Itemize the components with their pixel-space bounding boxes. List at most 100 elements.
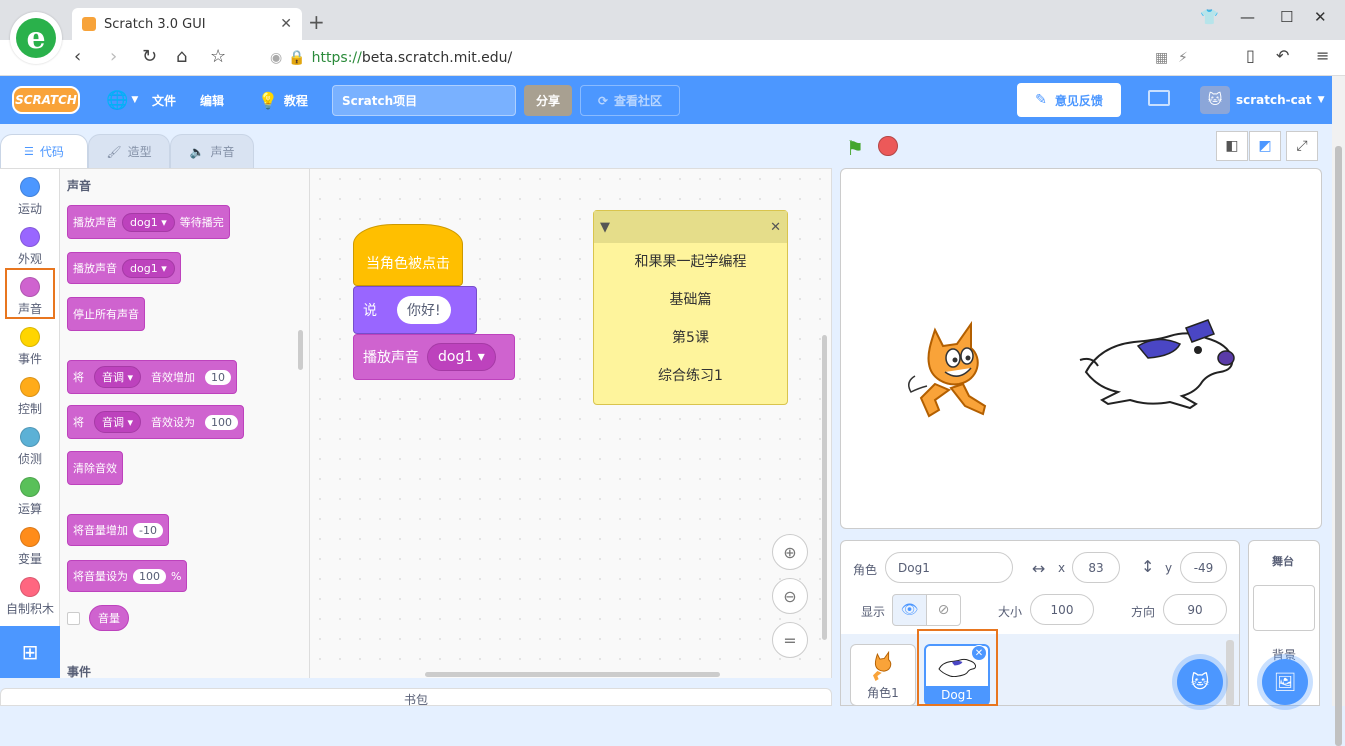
show-visible-button[interactable]: 👁	[892, 594, 927, 626]
block-change-volume[interactable]: 将音量增加 -10	[67, 514, 169, 546]
effect-value-input[interactable]: 10	[205, 369, 232, 385]
block-set-volume[interactable]: 将音量设为 100%	[67, 560, 188, 592]
play-sound-block[interactable]: 播放声音 dog1 ▾	[353, 334, 515, 380]
tab-sounds[interactable]: 🔈 声音	[170, 134, 254, 168]
category-motion[interactable]: 运动	[0, 170, 60, 220]
block-stop-all-sounds[interactable]: 停止所有声音	[67, 297, 145, 331]
green-flag-icon[interactable]: ⚑	[846, 136, 864, 160]
category-sensing[interactable]: 侦测	[0, 420, 60, 470]
reload-icon[interactable]: ↻	[142, 46, 157, 67]
qr-icon[interactable]: ▦	[1155, 50, 1168, 66]
collapse-caret-icon[interactable]: ▼	[600, 220, 610, 235]
feedback-button[interactable]: ✎ 意见反馈	[1017, 83, 1121, 117]
zoom-in-button[interactable]: ⊕	[772, 534, 808, 570]
sprite-tile-cat[interactable]: 角色1	[850, 644, 916, 706]
tutorials-menu[interactable]: 💡 教程	[258, 76, 308, 124]
edit-menu[interactable]: 编辑	[200, 76, 224, 124]
category-variables[interactable]: 变量	[0, 520, 60, 570]
back-icon[interactable]: ‹	[74, 46, 81, 67]
fullscreen-button[interactable]: ⤢	[1286, 131, 1318, 161]
menu-icon[interactable]: ≡	[1316, 46, 1329, 65]
home-icon[interactable]: ⌂	[176, 46, 187, 67]
block-volume-reporter[interactable]: 音量	[89, 605, 129, 631]
window-scrollbar[interactable]	[1332, 76, 1345, 746]
user-menu[interactable]: 🐱 scratch-cat ▼	[1200, 86, 1325, 114]
block-clear-effects[interactable]: 清除音效	[67, 451, 123, 485]
see-community-button[interactable]: ⟳ 查看社区	[580, 85, 680, 116]
cat-sprite[interactable]	[905, 318, 1001, 418]
sound-dropdown[interactable]: dog1 ▾	[427, 343, 496, 371]
category-events[interactable]: 事件	[0, 320, 60, 370]
project-title-input[interactable]: Scratch项目	[332, 85, 516, 116]
volume-value-input[interactable]: 100	[133, 568, 166, 584]
direction-input[interactable]: 90	[1163, 594, 1227, 625]
category-my-blocks[interactable]: 自制积木	[0, 570, 60, 620]
eye-off-icon: ⊘	[937, 602, 950, 618]
my-stuff-folder-icon[interactable]	[1148, 90, 1170, 106]
sound-dropdown[interactable]: dog1 ▾	[122, 258, 175, 278]
choose-backdrop-button[interactable]: 🖼	[1262, 659, 1308, 705]
palette-heading-sound: 声音	[67, 179, 92, 193]
comment-note[interactable]: ▼ ✕ 和果果一起学编程 基础篇 第5课 综合练习1	[593, 210, 788, 405]
dog-sprite[interactable]	[1078, 316, 1238, 412]
forward-icon[interactable]: ›	[110, 46, 117, 67]
choose-sprite-button[interactable]: 🐱	[1177, 659, 1223, 705]
stage-thumbnail[interactable]	[1253, 585, 1315, 631]
tab-costumes[interactable]: 🖌 造型	[88, 134, 170, 168]
tab-code[interactable]: ☰ 代码	[0, 134, 88, 168]
workspace-horizontal-scrollbar[interactable]	[425, 672, 720, 677]
minimize-icon[interactable]: —	[1240, 8, 1255, 26]
show-hidden-button[interactable]: ⊘	[926, 594, 961, 626]
new-tab-icon[interactable]: +	[308, 10, 325, 34]
close-icon[interactable]: ✕	[770, 220, 781, 235]
block-start-sound[interactable]: 播放声音 dog1 ▾	[67, 252, 181, 284]
comment-line: 第5课	[672, 330, 709, 346]
close-window-icon[interactable]: ✕	[1314, 8, 1327, 26]
comment-header[interactable]: ▼ ✕	[594, 211, 787, 243]
add-extension-button[interactable]: ⊞	[0, 626, 60, 678]
undo-icon[interactable]: ↶	[1276, 46, 1289, 65]
backpack[interactable]: 书包	[0, 688, 832, 707]
size-input[interactable]: 100	[1030, 594, 1094, 625]
browser-tab[interactable]: Scratch 3.0 GUI ✕	[72, 8, 302, 40]
palette-scrollbar[interactable]	[298, 330, 303, 370]
skin-icon[interactable]: 👕	[1200, 8, 1219, 26]
scratch-logo[interactable]: SCRATCH	[12, 86, 80, 114]
block-play-until-done[interactable]: 播放声音 dog1 ▾ 等待播完	[67, 205, 230, 239]
sprite-list-scrollbar[interactable]	[1226, 640, 1234, 706]
say-block[interactable]: 说 你好!	[353, 286, 477, 334]
when-sprite-clicked-block[interactable]: 当角色被点击	[353, 224, 463, 286]
category-operators[interactable]: 运算	[0, 470, 60, 520]
category-looks[interactable]: 外观	[0, 220, 60, 270]
workspace-vertical-scrollbar[interactable]	[822, 335, 827, 640]
language-menu[interactable]: 🌐 ▼	[106, 76, 138, 124]
effect-value-input[interactable]: 100	[205, 414, 239, 430]
block-set-effect[interactable]: 将音调 ▾ 音效设为 100	[67, 405, 245, 439]
file-menu[interactable]: 文件	[152, 76, 176, 124]
maximize-icon[interactable]: ☐	[1280, 8, 1293, 26]
stop-icon[interactable]	[878, 136, 898, 156]
window-scroll-thumb[interactable]	[1335, 146, 1342, 746]
star-icon[interactable]: ☆	[210, 46, 226, 67]
share-button[interactable]: 分享	[524, 85, 572, 116]
sound-dropdown[interactable]: dog1 ▾	[122, 212, 175, 232]
effect-dropdown[interactable]: 音调 ▾	[94, 411, 142, 433]
sprite-name-input[interactable]: Dog1	[885, 552, 1013, 583]
large-stage-button[interactable]: ◩	[1249, 131, 1281, 161]
zoom-reset-button[interactable]: =	[772, 622, 808, 658]
y-input[interactable]: -49	[1180, 552, 1227, 583]
block-text: 将音量增加	[73, 524, 128, 537]
flash-icon[interactable]: ⚡	[1178, 50, 1188, 66]
block-change-effect[interactable]: 将音调 ▾ 音效增加 10	[67, 360, 238, 394]
x-input[interactable]: 83	[1072, 552, 1120, 583]
category-control[interactable]: 控制	[0, 370, 60, 420]
volume-value-input[interactable]: -10	[133, 522, 163, 538]
reading-icon[interactable]: ▯	[1246, 46, 1255, 65]
effect-dropdown[interactable]: 音调 ▾	[94, 366, 142, 388]
say-text-input[interactable]: 你好!	[397, 296, 451, 324]
zoom-out-button[interactable]: ⊖	[772, 578, 808, 614]
url-field[interactable]: ◉ 🔒 https://beta.scratch.mit.edu/	[270, 46, 512, 70]
small-stage-button[interactable]: ◧	[1216, 131, 1248, 161]
volume-monitor-checkbox[interactable]	[67, 612, 80, 625]
close-tab-icon[interactable]: ✕	[280, 16, 292, 32]
